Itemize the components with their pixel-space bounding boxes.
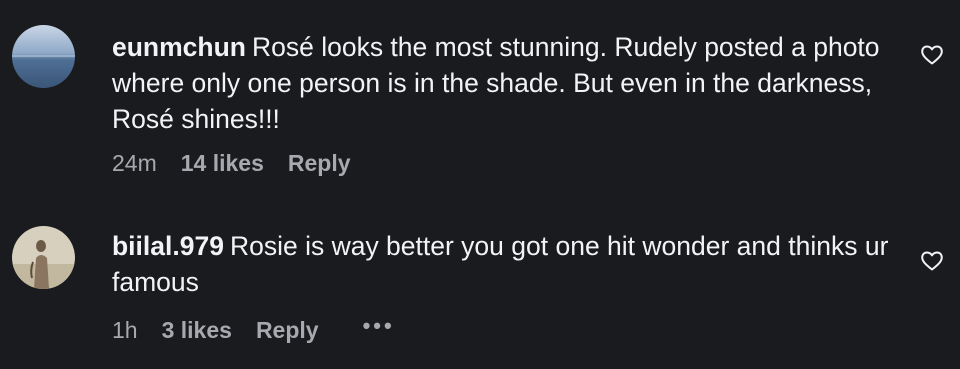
- comment-username[interactable]: eunmchun: [112, 32, 246, 62]
- heart-icon[interactable]: [920, 249, 944, 273]
- avatar[interactable]: [12, 226, 75, 289]
- heart-icon[interactable]: [920, 43, 944, 67]
- comment-meta: 1h 3 likes Reply •••: [112, 313, 395, 344]
- comment-age: 24m: [112, 150, 157, 176]
- comment-text: eunmchun Rosé looks the most stunning. Ru…: [112, 29, 902, 137]
- comment-likes[interactable]: 14 likes: [181, 150, 264, 177]
- comment-body: Rosie is way better you got one hit wond…: [112, 231, 889, 297]
- comment-meta: 24m 14 likes Reply: [112, 150, 351, 177]
- reply-button[interactable]: Reply: [256, 317, 319, 344]
- avatar-image: [12, 226, 75, 289]
- avatar-image: [12, 25, 75, 88]
- comment-age: 1h: [112, 317, 138, 343]
- avatar[interactable]: [12, 25, 75, 88]
- comment-username[interactable]: biilal.979: [112, 231, 224, 261]
- more-dots-icon[interactable]: •••: [363, 313, 395, 339]
- comment-text: biilal.979 Rosie is way better you got on…: [112, 228, 902, 300]
- reply-button[interactable]: Reply: [288, 150, 351, 177]
- comment-likes[interactable]: 3 likes: [162, 317, 232, 344]
